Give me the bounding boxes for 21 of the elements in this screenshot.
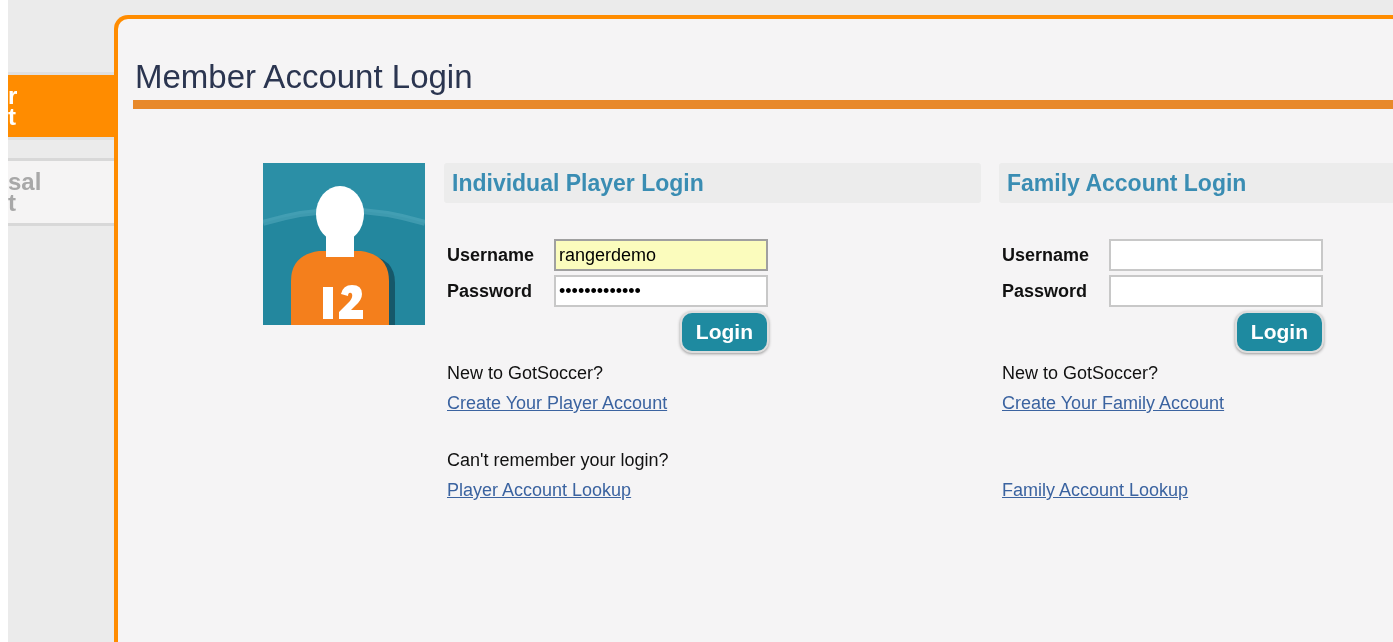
section-heading: Individual Player Login	[444, 163, 981, 203]
account-link[interactable]: Family Account Lookup	[1002, 480, 1189, 501]
account-link[interactable]: Create Your Family Account	[1002, 393, 1225, 414]
player-avatar-icon	[263, 163, 425, 325]
section-heading: Family Account Login	[999, 163, 1393, 203]
account-link[interactable]: Create Your Player Account	[447, 393, 668, 414]
field-label: Password	[447, 280, 534, 302]
account-link[interactable]: Player Account Lookup	[447, 480, 632, 501]
prompt-text: Can't remember your login?	[447, 449, 670, 472]
page-title: Member Account Login	[135, 57, 474, 97]
login-button[interactable]: Login	[679, 311, 769, 353]
input-field[interactable]	[1109, 275, 1323, 307]
prompt-text: New to GotSoccer?	[1002, 362, 1160, 385]
input-field[interactable]: rangerdemo	[554, 239, 768, 271]
login-button[interactable]: Login	[1234, 311, 1324, 353]
field-label: Password	[1002, 280, 1089, 302]
input-field[interactable]	[1109, 239, 1323, 271]
field-label: Username	[1002, 244, 1091, 266]
prompt-text: New to GotSoccer?	[447, 362, 605, 385]
field-label: Username	[447, 244, 536, 266]
input-field[interactable]: •••••••••••••	[554, 275, 768, 307]
